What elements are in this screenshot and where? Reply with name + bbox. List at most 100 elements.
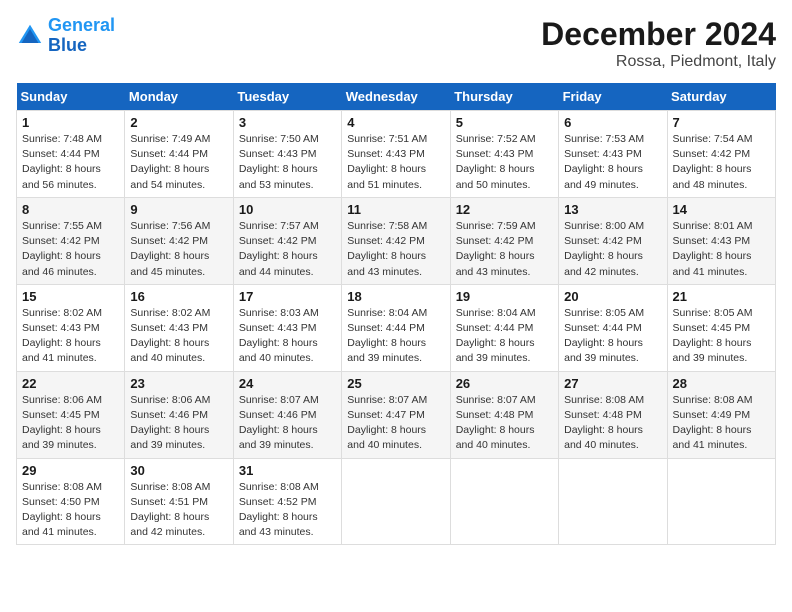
calendar-cell: 9 Sunrise: 7:56 AM Sunset: 4:42 PM Dayli… xyxy=(125,197,233,284)
day-number: 23 xyxy=(130,376,227,391)
calendar-cell: 31 Sunrise: 8:08 AM Sunset: 4:52 PM Dayl… xyxy=(233,458,341,545)
day-number: 9 xyxy=(130,202,227,217)
day-number: 25 xyxy=(347,376,444,391)
day-info: Sunrise: 8:06 AM Sunset: 4:45 PM Dayligh… xyxy=(22,393,119,454)
col-header-friday: Friday xyxy=(559,83,667,111)
day-info: Sunrise: 8:01 AM Sunset: 4:43 PM Dayligh… xyxy=(673,219,770,280)
day-info: Sunrise: 7:55 AM Sunset: 4:42 PM Dayligh… xyxy=(22,219,119,280)
logo-text: General Blue xyxy=(48,16,115,56)
calendar-cell: 13 Sunrise: 8:00 AM Sunset: 4:42 PM Dayl… xyxy=(559,197,667,284)
day-info: Sunrise: 8:06 AM Sunset: 4:46 PM Dayligh… xyxy=(130,393,227,454)
calendar-cell: 11 Sunrise: 7:58 AM Sunset: 4:42 PM Dayl… xyxy=(342,197,450,284)
day-number: 20 xyxy=(564,289,661,304)
week-row-5: 29 Sunrise: 8:08 AM Sunset: 4:50 PM Dayl… xyxy=(17,458,776,545)
week-row-3: 15 Sunrise: 8:02 AM Sunset: 4:43 PM Dayl… xyxy=(17,284,776,371)
calendar-cell: 2 Sunrise: 7:49 AM Sunset: 4:44 PM Dayli… xyxy=(125,111,233,198)
day-number: 29 xyxy=(22,463,119,478)
week-row-4: 22 Sunrise: 8:06 AM Sunset: 4:45 PM Dayl… xyxy=(17,371,776,458)
day-number: 1 xyxy=(22,115,119,130)
day-info: Sunrise: 8:04 AM Sunset: 4:44 PM Dayligh… xyxy=(347,306,444,367)
col-header-monday: Monday xyxy=(125,83,233,111)
calendar-cell xyxy=(450,458,558,545)
calendar-cell: 4 Sunrise: 7:51 AM Sunset: 4:43 PM Dayli… xyxy=(342,111,450,198)
day-number: 27 xyxy=(564,376,661,391)
calendar-cell: 7 Sunrise: 7:54 AM Sunset: 4:42 PM Dayli… xyxy=(667,111,775,198)
calendar-cell: 17 Sunrise: 8:03 AM Sunset: 4:43 PM Dayl… xyxy=(233,284,341,371)
day-number: 16 xyxy=(130,289,227,304)
calendar-cell: 14 Sunrise: 8:01 AM Sunset: 4:43 PM Dayl… xyxy=(667,197,775,284)
calendar-cell: 25 Sunrise: 8:07 AM Sunset: 4:47 PM Dayl… xyxy=(342,371,450,458)
calendar-cell: 27 Sunrise: 8:08 AM Sunset: 4:48 PM Dayl… xyxy=(559,371,667,458)
day-number: 30 xyxy=(130,463,227,478)
calendar-cell: 5 Sunrise: 7:52 AM Sunset: 4:43 PM Dayli… xyxy=(450,111,558,198)
day-number: 12 xyxy=(456,202,553,217)
location: Rossa, Piedmont, Italy xyxy=(541,53,776,71)
day-info: Sunrise: 7:50 AM Sunset: 4:43 PM Dayligh… xyxy=(239,132,336,193)
calendar-cell: 19 Sunrise: 8:04 AM Sunset: 4:44 PM Dayl… xyxy=(450,284,558,371)
calendar-cell xyxy=(667,458,775,545)
day-number: 15 xyxy=(22,289,119,304)
day-info: Sunrise: 7:51 AM Sunset: 4:43 PM Dayligh… xyxy=(347,132,444,193)
day-info: Sunrise: 7:54 AM Sunset: 4:42 PM Dayligh… xyxy=(673,132,770,193)
day-info: Sunrise: 8:08 AM Sunset: 4:51 PM Dayligh… xyxy=(130,480,227,541)
col-header-sunday: Sunday xyxy=(17,83,125,111)
page-header: General Blue December 2024 Rossa, Piedmo… xyxy=(16,16,776,71)
day-info: Sunrise: 8:02 AM Sunset: 4:43 PM Dayligh… xyxy=(22,306,119,367)
day-info: Sunrise: 7:59 AM Sunset: 4:42 PM Dayligh… xyxy=(456,219,553,280)
calendar-cell: 24 Sunrise: 8:07 AM Sunset: 4:46 PM Dayl… xyxy=(233,371,341,458)
calendar-cell: 15 Sunrise: 8:02 AM Sunset: 4:43 PM Dayl… xyxy=(17,284,125,371)
day-info: Sunrise: 8:07 AM Sunset: 4:46 PM Dayligh… xyxy=(239,393,336,454)
day-number: 5 xyxy=(456,115,553,130)
day-number: 3 xyxy=(239,115,336,130)
day-info: Sunrise: 8:08 AM Sunset: 4:49 PM Dayligh… xyxy=(673,393,770,454)
day-number: 11 xyxy=(347,202,444,217)
day-info: Sunrise: 7:52 AM Sunset: 4:43 PM Dayligh… xyxy=(456,132,553,193)
day-number: 31 xyxy=(239,463,336,478)
title-block: December 2024 Rossa, Piedmont, Italy xyxy=(541,16,776,71)
calendar-cell: 23 Sunrise: 8:06 AM Sunset: 4:46 PM Dayl… xyxy=(125,371,233,458)
day-number: 19 xyxy=(456,289,553,304)
day-info: Sunrise: 8:05 AM Sunset: 4:44 PM Dayligh… xyxy=(564,306,661,367)
day-info: Sunrise: 7:48 AM Sunset: 4:44 PM Dayligh… xyxy=(22,132,119,193)
day-number: 22 xyxy=(22,376,119,391)
day-number: 21 xyxy=(673,289,770,304)
day-info: Sunrise: 8:08 AM Sunset: 4:50 PM Dayligh… xyxy=(22,480,119,541)
day-number: 8 xyxy=(22,202,119,217)
calendar-cell: 8 Sunrise: 7:55 AM Sunset: 4:42 PM Dayli… xyxy=(17,197,125,284)
calendar-cell: 28 Sunrise: 8:08 AM Sunset: 4:49 PM Dayl… xyxy=(667,371,775,458)
calendar-cell: 30 Sunrise: 8:08 AM Sunset: 4:51 PM Dayl… xyxy=(125,458,233,545)
logo: General Blue xyxy=(16,16,115,56)
day-info: Sunrise: 7:57 AM Sunset: 4:42 PM Dayligh… xyxy=(239,219,336,280)
calendar-cell: 12 Sunrise: 7:59 AM Sunset: 4:42 PM Dayl… xyxy=(450,197,558,284)
day-number: 4 xyxy=(347,115,444,130)
day-info: Sunrise: 7:56 AM Sunset: 4:42 PM Dayligh… xyxy=(130,219,227,280)
day-info: Sunrise: 8:02 AM Sunset: 4:43 PM Dayligh… xyxy=(130,306,227,367)
col-header-tuesday: Tuesday xyxy=(233,83,341,111)
header-row: SundayMondayTuesdayWednesdayThursdayFrid… xyxy=(17,83,776,111)
day-number: 10 xyxy=(239,202,336,217)
calendar-cell: 16 Sunrise: 8:02 AM Sunset: 4:43 PM Dayl… xyxy=(125,284,233,371)
calendar-cell xyxy=(342,458,450,545)
day-number: 6 xyxy=(564,115,661,130)
calendar-cell: 3 Sunrise: 7:50 AM Sunset: 4:43 PM Dayli… xyxy=(233,111,341,198)
calendar-table: SundayMondayTuesdayWednesdayThursdayFrid… xyxy=(16,83,776,545)
day-number: 24 xyxy=(239,376,336,391)
week-row-1: 1 Sunrise: 7:48 AM Sunset: 4:44 PM Dayli… xyxy=(17,111,776,198)
day-number: 28 xyxy=(673,376,770,391)
day-info: Sunrise: 8:00 AM Sunset: 4:42 PM Dayligh… xyxy=(564,219,661,280)
calendar-cell: 22 Sunrise: 8:06 AM Sunset: 4:45 PM Dayl… xyxy=(17,371,125,458)
month-title: December 2024 xyxy=(541,16,776,53)
day-number: 17 xyxy=(239,289,336,304)
day-info: Sunrise: 7:49 AM Sunset: 4:44 PM Dayligh… xyxy=(130,132,227,193)
day-info: Sunrise: 7:53 AM Sunset: 4:43 PM Dayligh… xyxy=(564,132,661,193)
day-number: 13 xyxy=(564,202,661,217)
day-number: 18 xyxy=(347,289,444,304)
day-info: Sunrise: 8:07 AM Sunset: 4:47 PM Dayligh… xyxy=(347,393,444,454)
calendar-cell: 26 Sunrise: 8:07 AM Sunset: 4:48 PM Dayl… xyxy=(450,371,558,458)
day-number: 7 xyxy=(673,115,770,130)
day-number: 14 xyxy=(673,202,770,217)
calendar-cell: 29 Sunrise: 8:08 AM Sunset: 4:50 PM Dayl… xyxy=(17,458,125,545)
day-info: Sunrise: 8:05 AM Sunset: 4:45 PM Dayligh… xyxy=(673,306,770,367)
day-info: Sunrise: 8:03 AM Sunset: 4:43 PM Dayligh… xyxy=(239,306,336,367)
day-info: Sunrise: 8:08 AM Sunset: 4:52 PM Dayligh… xyxy=(239,480,336,541)
